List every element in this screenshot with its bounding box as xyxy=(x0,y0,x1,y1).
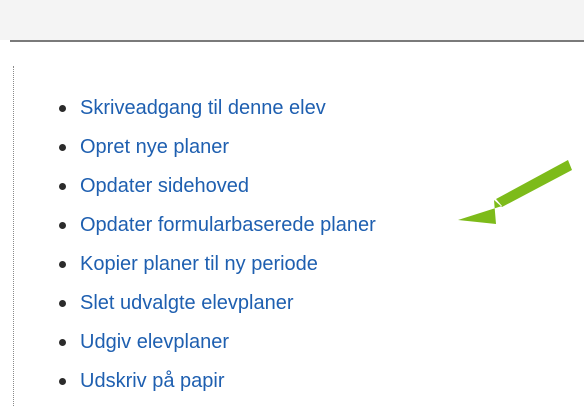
copy-plans-link[interactable]: Kopier planer til ny periode xyxy=(80,253,318,275)
list-item: Kopier planer til ny periode xyxy=(54,250,376,289)
bullet-icon xyxy=(59,183,66,190)
bullet-icon xyxy=(59,339,66,346)
update-header-link[interactable]: Opdater sidehoved xyxy=(80,175,249,197)
action-list: Skriveadgang til denne elev Opret nye pl… xyxy=(54,94,376,406)
header-divider xyxy=(10,40,584,42)
list-item: Opdater sidehoved xyxy=(54,172,376,211)
list-item: Slet udvalgte elevplaner xyxy=(54,289,376,328)
bullet-icon xyxy=(59,105,66,112)
write-access-link[interactable]: Skriveadgang til denne elev xyxy=(80,97,326,119)
list-item: Skriveadgang til denne elev xyxy=(54,94,376,133)
list-item: Opdater formularbaserede planer xyxy=(54,211,376,250)
arrow-shape xyxy=(458,160,572,224)
header-band xyxy=(0,0,584,40)
dotted-separator xyxy=(13,66,14,406)
print-link[interactable]: Udskriv på papir xyxy=(80,370,225,392)
publish-plans-link[interactable]: Udgiv elevplaner xyxy=(80,331,229,353)
bullet-icon xyxy=(59,144,66,151)
bullet-icon xyxy=(59,300,66,307)
bullet-icon xyxy=(59,261,66,268)
bullet-icon xyxy=(59,378,66,385)
list-item: Udgiv elevplaner xyxy=(54,328,376,367)
list-item: Opret nye planer xyxy=(54,133,376,172)
arrow-icon xyxy=(458,160,572,224)
list-item: Udskriv på papir xyxy=(54,367,376,406)
delete-plans-link[interactable]: Slet udvalgte elevplaner xyxy=(80,292,293,314)
create-plans-link[interactable]: Opret nye planer xyxy=(80,136,229,158)
update-form-plans-link[interactable]: Opdater formularbaserede planer xyxy=(80,214,376,236)
bullet-icon xyxy=(59,222,66,229)
